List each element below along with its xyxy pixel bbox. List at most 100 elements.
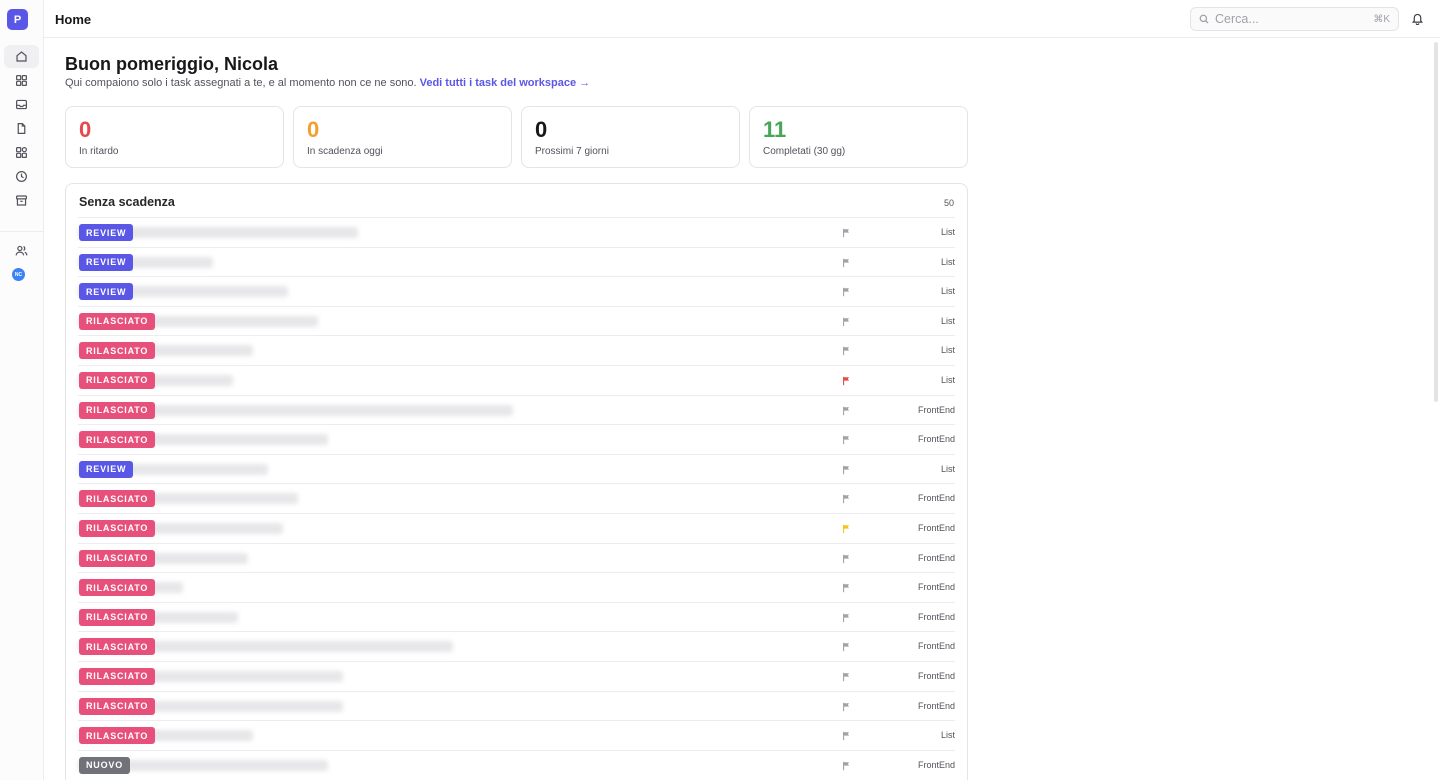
task-project: FrontEnd [917, 582, 955, 593]
status-badge: REVIEW [79, 224, 134, 241]
task-row[interactable]: RILASCIATO List [78, 305, 955, 336]
task-project: List [940, 315, 955, 326]
task-list: REVIEW List REVIEW List REVIEW List RILASCIATO… [78, 217, 955, 779]
status-badge: RILASCIATO [79, 727, 156, 745]
task-row[interactable]: REVIEW List [78, 276, 955, 306]
task-row[interactable]: RILASCIATO FrontEnd [78, 631, 955, 661]
priority-flag-icon[interactable] [842, 642, 851, 652]
clock-icon [16, 171, 27, 182]
status-badge: RILASCIATO [79, 519, 156, 537]
stat-card-due-today[interactable]: 0 In scadenza oggi [293, 106, 512, 168]
stat-value: 0 [535, 117, 548, 142]
task-row[interactable]: RILASCIATO FrontEnd [78, 601, 955, 632]
workspace-tasks-link[interactable]: Vedi tutti i task del workspace → [420, 77, 591, 89]
status-badge: RILASCIATO [79, 549, 156, 567]
task-row[interactable]: REVIEW List [78, 217, 955, 247]
top-bar: Home Cerca... ⌘K [44, 0, 1440, 38]
search-input[interactable]: Cerca... ⌘K [1190, 7, 1399, 31]
greeting-title: Buon pomeriggio, Nicola [65, 54, 279, 74]
task-row[interactable]: RILASCIATO FrontEnd [78, 424, 955, 454]
task-project: FrontEnd [917, 522, 955, 533]
sidebar-item-inbox[interactable] [4, 93, 39, 116]
task-row[interactable]: RILASCIATO List [78, 335, 955, 365]
greeting-subtitle: Qui compaiono solo i task assegnati a te… [65, 77, 590, 89]
stat-card-completed[interactable]: 11 Completati (30 gg) [749, 106, 968, 168]
priority-flag-icon[interactable] [842, 672, 851, 682]
priority-flag-icon[interactable] [842, 435, 851, 445]
stat-label: In ritardo [79, 146, 119, 157]
bell-icon[interactable] [1411, 12, 1424, 25]
task-row[interactable]: RILASCIATO FrontEnd [78, 690, 955, 721]
inbox-icon [16, 99, 27, 110]
task-project: List [940, 345, 955, 356]
status-badge: RILASCIATO [79, 401, 156, 419]
priority-flag-icon[interactable] [842, 524, 851, 534]
task-project: FrontEnd [917, 700, 955, 711]
priority-flag-icon[interactable] [842, 702, 851, 712]
scrollbar-thumb[interactable] [1434, 42, 1438, 402]
file-icon [17, 123, 26, 134]
priority-flag-icon[interactable] [842, 465, 851, 475]
priority-flag-icon[interactable] [842, 406, 851, 416]
priority-flag-icon[interactable] [842, 554, 851, 564]
sidebar-item-team[interactable] [4, 239, 39, 262]
priority-flag-icon[interactable] [842, 317, 851, 327]
sidebar-item-apps[interactable] [4, 141, 39, 164]
task-row[interactable]: RILASCIATO FrontEnd [78, 660, 955, 691]
priority-flag-icon[interactable] [842, 346, 851, 356]
task-row[interactable]: NUOVO FrontEnd [78, 749, 955, 780]
status-badge: RILASCIATO [79, 697, 156, 715]
subtitle-text: Qui compaiono solo i task assegnati a te… [65, 77, 417, 89]
task-row[interactable]: RILASCIATO FrontEnd [78, 572, 955, 602]
stat-value: 11 [763, 117, 787, 142]
panel-count: 50 [943, 198, 954, 208]
stat-label: Completati (30 gg) [763, 146, 846, 157]
sidebar-item-history[interactable] [4, 165, 39, 188]
status-badge: NUOVO [79, 756, 131, 774]
no-due-date-panel: Senza scadenza 50 REVIEW List REVIEW List RE… [65, 183, 968, 780]
priority-flag-icon[interactable] [842, 258, 851, 268]
task-row[interactable]: REVIEW List [78, 453, 955, 484]
task-row[interactable]: RILASCIATO FrontEnd [78, 512, 955, 543]
priority-flag-icon[interactable] [842, 583, 851, 593]
sidebar-item-archive[interactable] [4, 189, 39, 212]
task-row[interactable]: RILASCIATO FrontEnd [78, 542, 955, 573]
task-row[interactable]: RILASCIATO FrontEnd [78, 394, 955, 425]
status-badge: RILASCIATO [79, 371, 156, 389]
task-project: FrontEnd [917, 493, 955, 504]
stat-value: 0 [307, 117, 320, 142]
priority-flag-icon[interactable] [842, 613, 851, 623]
task-row[interactable]: RILASCIATO List [78, 364, 955, 395]
task-project: FrontEnd [917, 611, 955, 622]
priority-flag-icon[interactable] [842, 376, 851, 386]
status-badge: RILASCIATO [79, 667, 156, 685]
task-project: FrontEnd [917, 434, 955, 445]
avatar[interactable]: NC [12, 268, 25, 281]
status-badge: RILASCIATO [79, 431, 156, 449]
priority-flag-icon[interactable] [842, 731, 851, 741]
grid-icon [16, 75, 27, 86]
apps-icon [16, 147, 27, 158]
sidebar-item-home[interactable] [4, 45, 39, 68]
task-row[interactable]: REVIEW List [78, 246, 955, 277]
scrollbar[interactable] [1432, 38, 1440, 780]
task-project: List [940, 286, 955, 297]
priority-flag-icon[interactable] [842, 228, 851, 238]
stat-label: Prossimi 7 giorni [535, 146, 609, 157]
status-badge: RILASCIATO [79, 638, 156, 656]
status-badge: RILASCIATO [79, 608, 156, 626]
stat-card-overdue[interactable]: 0 In ritardo [65, 106, 284, 168]
task-project: List [940, 374, 955, 385]
task-project: FrontEnd [917, 759, 955, 770]
task-row[interactable]: RILASCIATO FrontEnd [78, 483, 955, 513]
priority-flag-icon[interactable] [842, 494, 851, 504]
sidebar-item-docs[interactable] [4, 117, 39, 140]
workspace-logo[interactable]: P [7, 9, 28, 30]
task-project: FrontEnd [917, 670, 955, 681]
task-row[interactable]: RILASCIATO List [78, 720, 955, 750]
sidebar-item-projects[interactable] [4, 69, 39, 92]
priority-flag-icon[interactable] [842, 761, 851, 771]
priority-flag-icon[interactable] [842, 287, 851, 297]
stat-card-next-7-days[interactable]: 0 Prossimi 7 giorni [521, 106, 740, 168]
status-badge: RILASCIATO [79, 342, 156, 360]
